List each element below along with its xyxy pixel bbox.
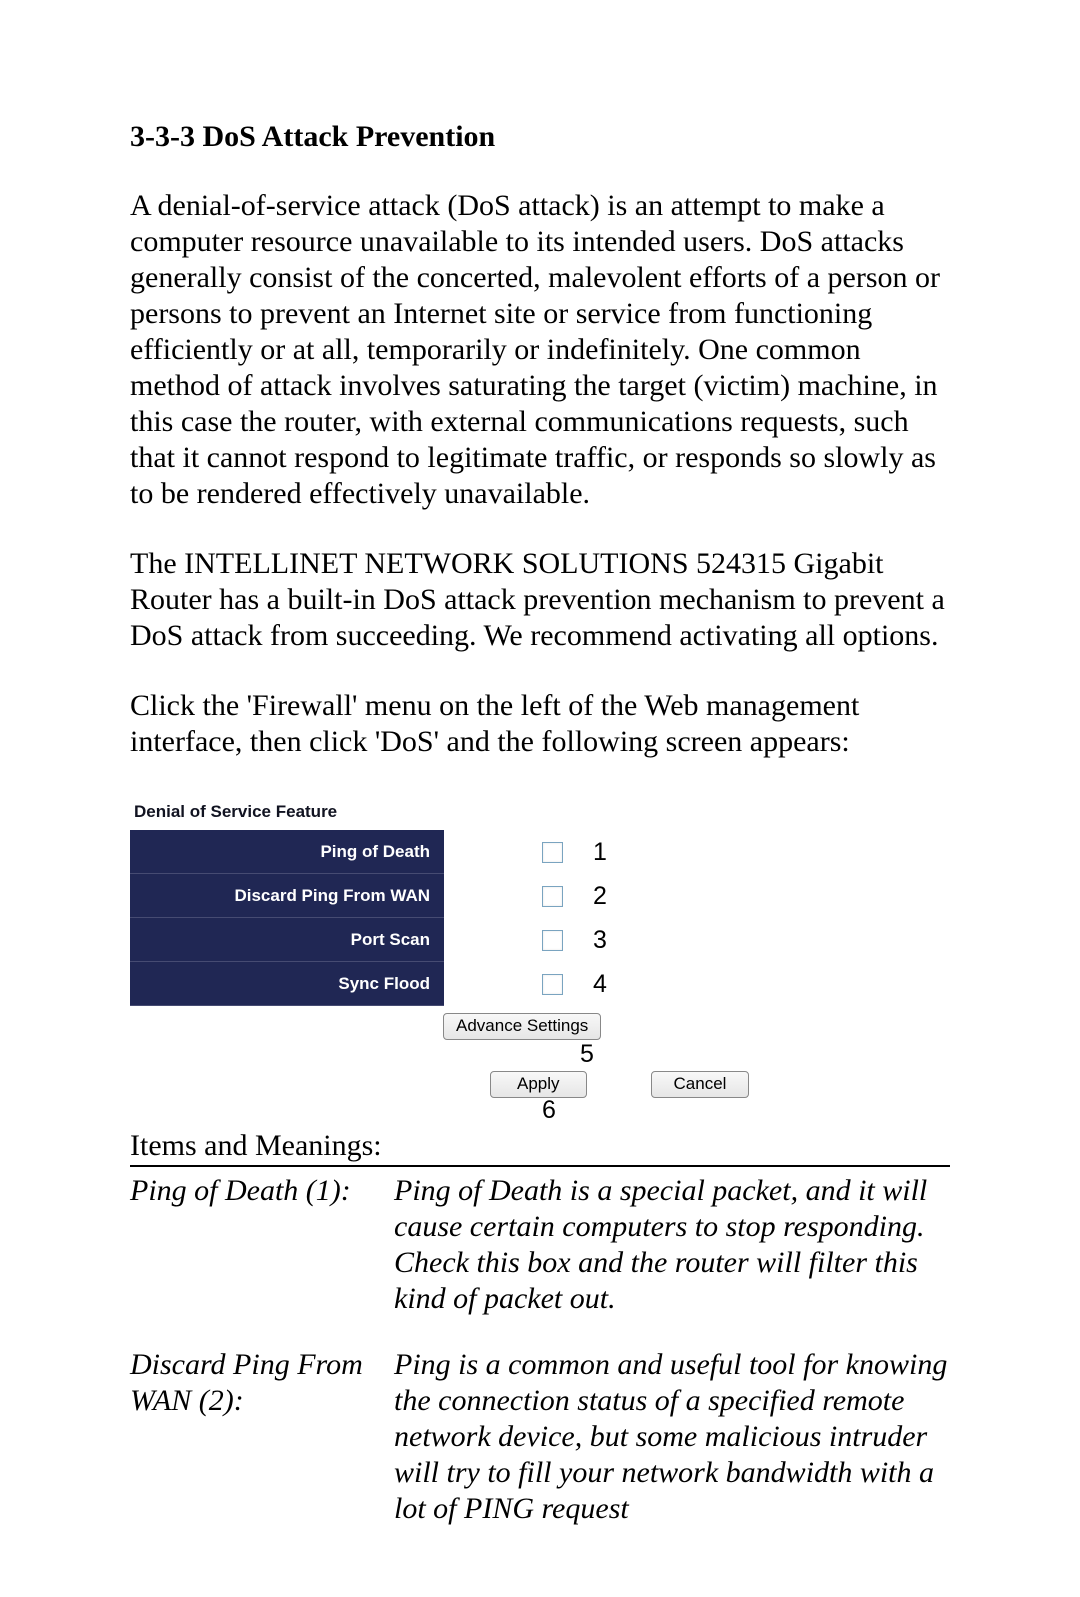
label-port-scan: Port Scan [130,918,444,962]
callout-3: 3 [593,926,611,955]
desc-discard-ping-wan: Ping is a common and useful tool for kno… [394,1347,950,1527]
paragraph-intro-3: Click the 'Firewall' menu on the left of… [130,688,950,760]
dos-feature-panel: Denial of Service Feature Ping of Death … [130,794,950,1125]
checkbox-discard-ping-wan[interactable] [542,886,563,907]
callout-4: 4 [593,970,611,999]
checkbox-port-scan[interactable] [542,930,563,951]
paragraph-intro-1: A denial-of-service attack (DoS attack) … [130,188,950,512]
label-discard-ping-wan: Discard Ping From WAN [130,874,444,918]
label-ping-of-death: Ping of Death [130,830,444,874]
advance-settings-button[interactable]: Advance Settings [443,1013,601,1040]
checkbox-sync-flood[interactable] [542,974,563,995]
callout-1: 1 [593,838,611,867]
term-discard-ping-wan: Discard Ping From WAN (2): [130,1347,394,1527]
callout-5: 5 [580,1040,594,1069]
panel-title: Denial of Service Feature [130,794,874,830]
divider-line [130,1165,950,1167]
callout-2: 2 [593,882,611,911]
term-ping-of-death: Ping of Death (1): [130,1173,394,1317]
row-sync-flood: Sync Flood 4 [130,962,870,1007]
callout-6: 6 [542,1096,556,1125]
row-discard-ping-wan: Discard Ping From WAN 2 [130,874,870,918]
apply-button[interactable]: Apply [490,1071,587,1098]
definition-discard-ping-wan: Discard Ping From WAN (2): Ping is a com… [130,1347,950,1527]
section-heading: 3-3-3 DoS Attack Prevention [130,120,950,154]
cancel-button[interactable]: Cancel [651,1071,750,1098]
checkbox-ping-of-death[interactable] [542,842,563,863]
items-and-meanings-heading: Items and Meanings: [130,1129,950,1163]
desc-ping-of-death: Ping of Death is a special packet, and i… [394,1173,950,1317]
label-sync-flood: Sync Flood [130,962,444,1006]
row-ping-of-death: Ping of Death 1 [130,830,870,874]
paragraph-intro-2: The INTELLINET NETWORK SOLUTIONS 524315 … [130,546,950,654]
row-port-scan: Port Scan 3 [130,918,870,962]
definition-ping-of-death: Ping of Death (1): Ping of Death is a sp… [130,1173,950,1317]
